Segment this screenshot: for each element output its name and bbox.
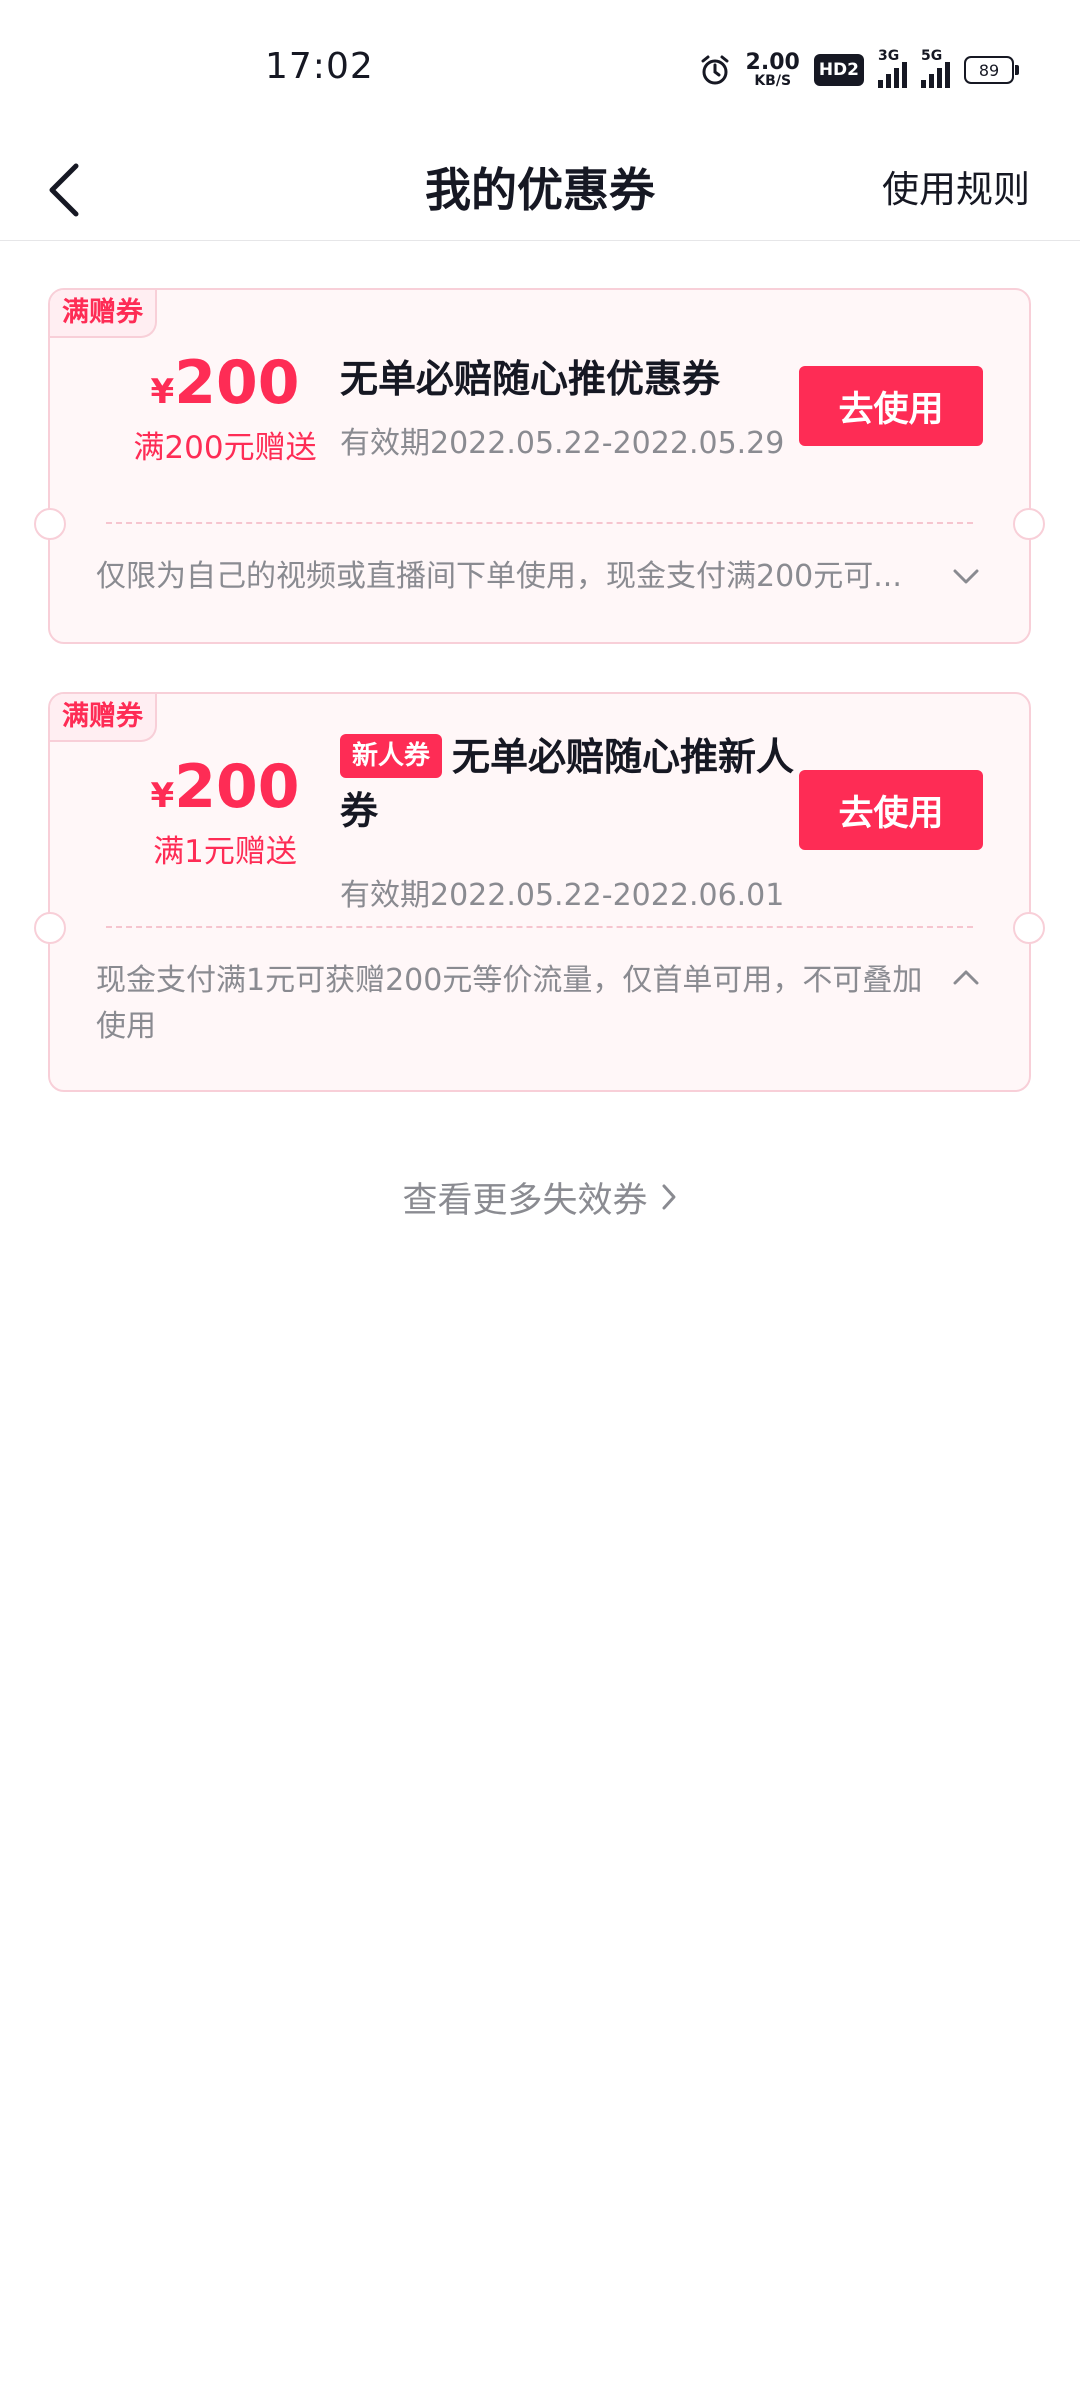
amount-value: 200 — [174, 752, 300, 822]
sim2-signal-icon: 5G — [921, 48, 950, 88]
ticket-notch-left — [34, 912, 66, 944]
sim1-signal-icon: 3G — [878, 48, 907, 88]
network-speed-value: 2.00 — [745, 50, 800, 75]
currency-symbol: ¥ — [150, 776, 175, 816]
chevron-down-icon — [953, 569, 979, 584]
nav-bar: 我的优惠券 使用规则 — [0, 140, 1080, 241]
battery-icon: 89 — [964, 56, 1019, 84]
coupon-description: 现金支付满1元可获赠200元等价流量，仅首单可用，不可叠加使用 — [96, 963, 923, 1044]
coupon-type-tag: 满赠券 — [50, 694, 157, 742]
status-bar: 17:02 2.00 KB/S HD2 3G 5G 89 — [0, 0, 1080, 140]
usage-rules-link[interactable]: 使用规则 — [882, 140, 1030, 240]
coupon-condition: 满200元赠送 — [133, 430, 317, 466]
chevron-right-icon — [662, 1184, 675, 1210]
new-user-badge: 新人券 — [340, 733, 443, 778]
coupon-card: 满赠券 ¥200 满200元赠送 无单必赔随心推优惠券 有效期2022.05.2… — [34, 288, 1045, 644]
sim2-network-type: 5G — [921, 48, 943, 64]
coupon-amount: ¥200 — [110, 348, 340, 418]
ticket-divider — [106, 926, 973, 928]
coupon-validity: 有效期2022.05.22-2022.05.29 — [340, 426, 785, 461]
coupon-amount: ¥200 — [110, 752, 340, 822]
ticket-notch-right — [1013, 912, 1045, 944]
hd-voice-icon: HD2 — [813, 54, 864, 86]
alarm-icon — [701, 55, 729, 85]
currency-symbol: ¥ — [150, 372, 175, 412]
coupon-condition: 满1元赠送 — [153, 834, 297, 870]
coupon-validity: 有效期2022.05.22-2022.06.01 — [340, 878, 785, 913]
use-coupon-button[interactable]: 去使用 — [799, 770, 983, 850]
network-speed: 2.00 KB/S — [745, 50, 800, 89]
status-icons: 2.00 KB/S HD2 3G 5G 89 — [698, 48, 1019, 90]
chevron-up-icon — [953, 970, 979, 985]
coupon-card: 满赠券 ¥200 满1元赠送 新人券 无单必赔随心推新人券 有效期2022.05.… — [34, 692, 1045, 1092]
network-speed-unit: KB/S — [754, 73, 792, 89]
amount-value: 200 — [174, 348, 300, 418]
view-expired-coupons-link[interactable]: 查看更多失效券 — [0, 1172, 1080, 1222]
coupon-description: 仅限为自己的视频或直播间下单使用，现金支付满200元可... — [96, 559, 902, 594]
coupon-name: 无单必赔随心推优惠券 — [340, 357, 721, 401]
ticket-notch-right — [1013, 508, 1045, 540]
view-expired-coupons-label: 查看更多失效券 — [402, 1180, 648, 1221]
collapse-description-button[interactable] — [951, 962, 981, 992]
ticket-notch-left — [34, 508, 66, 540]
ticket-divider — [106, 522, 973, 524]
use-coupon-button[interactable]: 去使用 — [799, 366, 983, 446]
sim1-network-type: 3G — [878, 48, 900, 64]
coupon-type-tag: 满赠券 — [50, 290, 157, 338]
status-time: 17:02 — [265, 46, 374, 87]
expand-description-button[interactable] — [951, 562, 981, 592]
coupon-name-block: 新人券 无单必赔随心推新人券 — [340, 730, 800, 838]
